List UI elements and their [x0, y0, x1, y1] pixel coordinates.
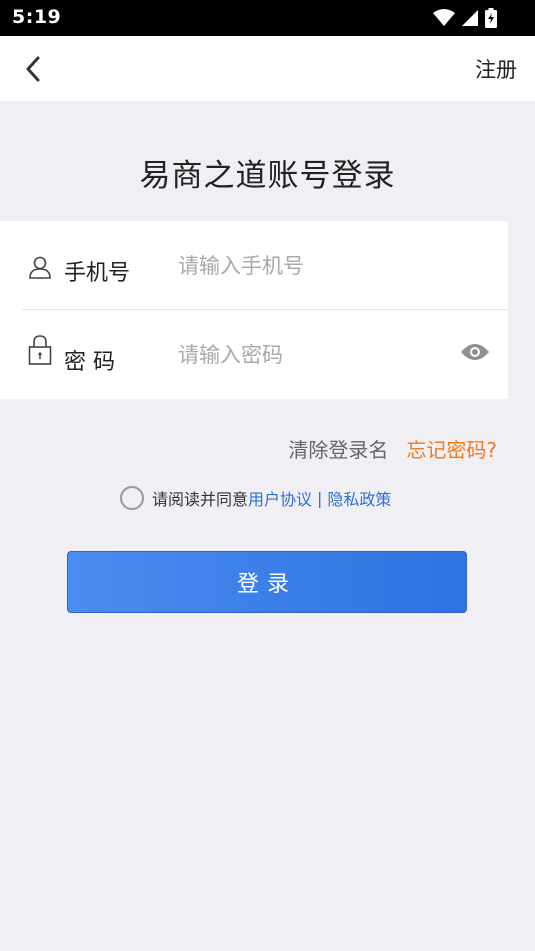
phone-row: 手机号	[22, 221, 508, 310]
status-time: 5:19	[12, 6, 62, 28]
status-icons	[427, 8, 497, 28]
links-row: 清除登录名 忘记密码?	[288, 434, 497, 463]
forgot-password-link[interactable]: 忘记密码?	[406, 434, 497, 463]
lock-icon	[28, 334, 52, 370]
user-agreement-link[interactable]: 用户协议	[248, 486, 312, 510]
chevron-left-icon	[26, 56, 40, 82]
login-button[interactable]: 登录	[67, 551, 467, 613]
password-row: 密 码	[22, 310, 508, 398]
page-title: 易商之道账号登录	[139, 158, 396, 194]
phone-input[interactable]	[178, 249, 448, 283]
battery-charging-icon	[485, 8, 497, 28]
clear-login-name-link[interactable]: 清除登录名	[288, 434, 388, 463]
password-input[interactable]	[178, 338, 448, 372]
password-label: 密 码	[64, 350, 115, 375]
login-form: 手机号 密 码	[0, 221, 508, 399]
eye-icon	[461, 344, 489, 360]
user-icon	[28, 255, 52, 283]
signal-icon	[462, 10, 478, 26]
nav-bar: 注册	[0, 36, 535, 101]
agreement-prefix: 请阅读并同意	[152, 490, 249, 509]
privacy-policy-link[interactable]: 隐私政策	[327, 486, 391, 510]
show-password-button[interactable]	[460, 340, 490, 364]
status-bar: 5:19	[0, 0, 535, 36]
agreement-separator: |	[317, 488, 323, 508]
agreement-row: 请阅读并同意 用户协议 | 隐私政策	[120, 486, 391, 510]
register-link[interactable]: 注册	[475, 54, 517, 84]
phone-label: 手机号	[64, 261, 131, 286]
agreement-checkbox[interactable]	[120, 486, 144, 510]
back-button[interactable]	[16, 53, 50, 85]
wifi-icon	[433, 9, 455, 26]
